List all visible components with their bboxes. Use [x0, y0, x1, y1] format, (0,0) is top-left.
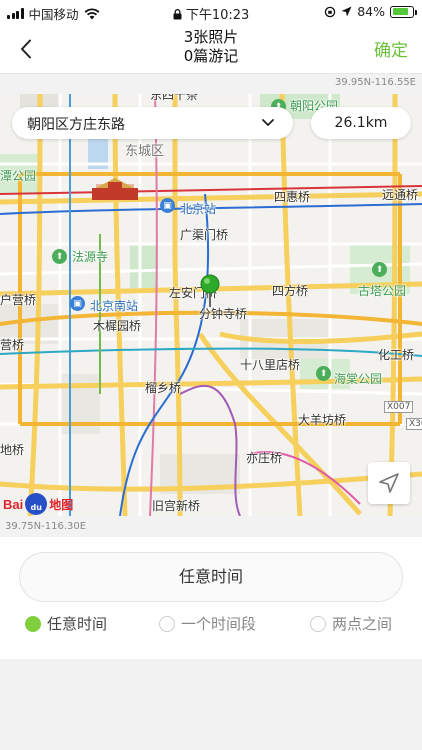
temple-poi-icon[interactable]: ⬆: [52, 249, 67, 264]
option-label: 任意时间: [47, 615, 108, 633]
time-options: 任意时间 一个时间段 两点之间: [0, 613, 422, 637]
battery-icon: [390, 5, 417, 18]
lock-icon: [173, 9, 182, 20]
map-label: 东四十条: [150, 94, 199, 102]
orientation-lock-icon: [324, 6, 336, 17]
map-label: 潭公园: [0, 169, 37, 183]
app-screen: 中国移动 下午10:23 84% 3张照片 0篇游记 确定 39.95N-116…: [0, 0, 422, 750]
radio-unselected-icon[interactable]: [310, 615, 326, 632]
navigation-bar: 3张照片 0篇游记 确定: [0, 24, 422, 74]
option-between-points[interactable]: 两点之间: [310, 613, 392, 634]
option-label: 两点之间: [332, 615, 393, 633]
location-selector[interactable]: 朝阳区方庄东路: [12, 107, 293, 139]
chevron-down-icon: [262, 119, 274, 126]
map-label: 广渠门桥: [180, 228, 229, 242]
photo-count: 3张照片: [183, 28, 239, 46]
map-label: 葵户营桥: [0, 293, 37, 307]
map-label: 亦庄桥: [246, 451, 283, 465]
radio-unselected-icon[interactable]: [159, 615, 175, 632]
time-select-button[interactable]: 任意时间: [19, 552, 403, 602]
location-arrow-icon: [341, 6, 352, 17]
coordinate-top-right: 39.95N-116.55E: [334, 77, 416, 88]
option-time-range[interactable]: 一个时间段: [159, 613, 256, 634]
highway-sign: X007: [384, 401, 414, 413]
coordinate-bottom-left: 39.75N-116.30E: [5, 521, 87, 532]
map-label: 远通桥: [382, 188, 419, 202]
map-label: 北京站: [180, 202, 217, 216]
map-label: 法源寺: [72, 250, 109, 264]
navigation-arrow-icon: [379, 473, 399, 493]
page-title: 3张照片 0篇游记: [0, 28, 422, 66]
logo-ditu: 地图: [49, 497, 74, 512]
clock-label: 下午10:23: [185, 8, 250, 23]
map-label: 旧宫新桥: [152, 499, 201, 513]
map-view[interactable]: ⬆ ⬆ ▣ ▣ ⬆ ⬆ X007 X30 东四十条 朝阳公园 东城区 潭公园 四…: [0, 94, 422, 516]
status-bar: 中国移动 下午10:23 84%: [0, 0, 422, 24]
park-poi-icon[interactable]: ⬆: [316, 366, 331, 381]
option-label: 一个时间段: [181, 615, 257, 633]
travelogue-count: 0篇游记: [183, 47, 239, 65]
locate-button[interactable]: [368, 462, 410, 504]
map-label: 四惠桥: [274, 190, 311, 204]
park-poi-icon[interactable]: ⬆: [372, 262, 387, 277]
battery-percent: 84%: [357, 4, 385, 19]
map-label: 榴乡桥: [145, 381, 182, 395]
location-pin-icon[interactable]: [200, 274, 220, 308]
map-label: 海棠公园: [334, 372, 383, 386]
map-label: 北京南站: [90, 299, 139, 313]
map-label: 发地桥: [0, 443, 25, 457]
map-label: 古塔公园: [358, 284, 407, 298]
option-any-time[interactable]: 任意时间: [25, 613, 107, 634]
map-label: 大羊坊桥: [298, 413, 347, 427]
distance-badge[interactable]: 26.1km: [311, 107, 411, 139]
map-label: 泉营桥: [0, 338, 25, 352]
baidu-map-logo: Bai du 地图: [3, 493, 73, 515]
status-right: 84%: [324, 4, 417, 19]
logo-du: du: [30, 503, 42, 512]
logo-bai: Bai: [3, 496, 24, 512]
highway-sign: X30: [406, 418, 422, 430]
map-label: 十八里店桥: [240, 358, 301, 372]
time-filter-panel: 任意时间 任意时间 一个时间段 两点之间: [0, 537, 422, 659]
train-poi-icon[interactable]: ▣: [160, 198, 175, 213]
paw-icon: du: [25, 493, 48, 515]
map-label: 木樨园桥: [93, 319, 142, 333]
district-label: 东城区: [125, 144, 165, 159]
radio-selected-icon[interactable]: [25, 615, 41, 632]
location-text: 朝阳区方庄东路: [27, 117, 125, 133]
train-poi-icon[interactable]: ▣: [70, 296, 85, 311]
map-label: 化工桥: [378, 348, 415, 362]
map-label: 四方桥: [272, 284, 309, 298]
confirm-button[interactable]: 确定: [374, 36, 408, 61]
